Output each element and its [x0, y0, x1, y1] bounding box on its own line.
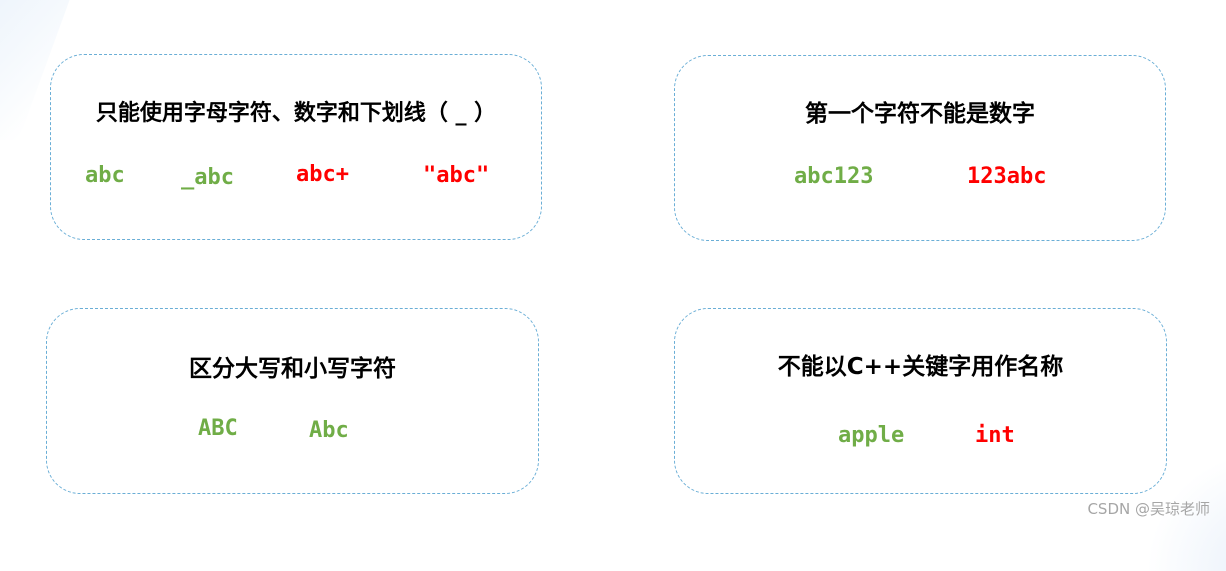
rule-title: 第一个字符不能是数字	[805, 101, 1035, 127]
rule-card-first-char-not-digit: 第一个字符不能是数字 abc123 123abc	[674, 55, 1166, 241]
rule-card-case-sensitive: 区分大写和小写字符 ABC Abc	[46, 308, 539, 494]
watermark: CSDN @吴琼老师	[1087, 500, 1210, 518]
example-invalid: int	[975, 423, 1015, 448]
example-valid: apple	[838, 423, 905, 448]
rule-title: 区分大写和小写字符	[189, 356, 396, 382]
example-valid: abc123	[794, 164, 874, 189]
example-valid: Abc	[309, 418, 349, 443]
rule-card-allowed-characters: 只能使用字母字符、数字和下划线（ _ ） abc _abc abc+ "abc"	[50, 54, 542, 240]
example-valid: ABC	[198, 416, 238, 441]
rule-title: 不能以C++关键字用作名称	[777, 354, 1064, 380]
example-invalid: "abc"	[423, 163, 490, 188]
example-invalid: abc+	[296, 162, 349, 187]
rule-card-no-keywords: 不能以C++关键字用作名称 apple int	[674, 308, 1167, 494]
example-valid: _abc	[181, 165, 234, 190]
example-valid: abc	[85, 163, 125, 188]
rule-title: 只能使用字母字符、数字和下划线（ _ ）	[95, 101, 497, 126]
example-invalid: 123abc	[967, 164, 1047, 189]
